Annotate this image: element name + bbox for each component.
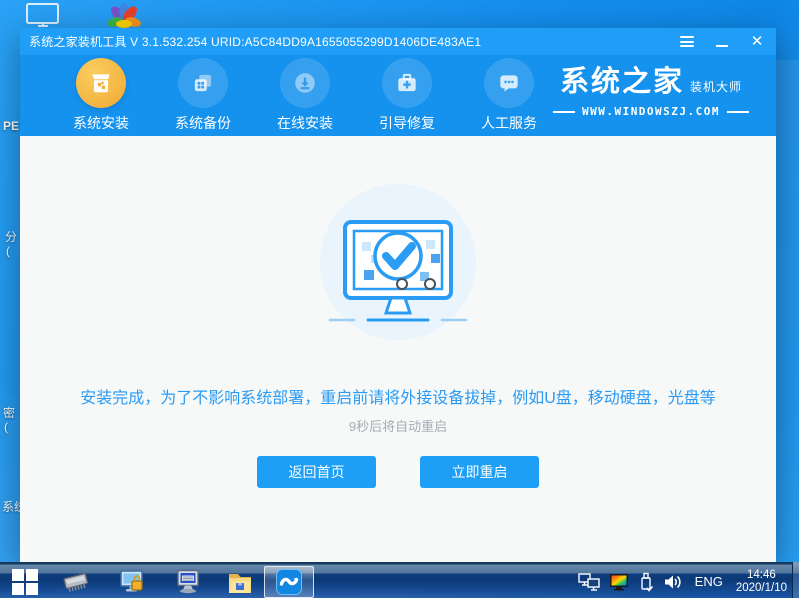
desktop-icon-label-fragment: ( [6, 244, 10, 258]
restart-now-button[interactable]: 立即重启 [420, 456, 539, 488]
nav-item-boot-repair[interactable]: 引导修复 [356, 58, 458, 133]
menu-icon[interactable] [678, 33, 696, 51]
brand-site-url: WWW.WINDOWSZJ.COM [581, 105, 721, 118]
nav-item-label: 引导修复 [379, 115, 435, 131]
nav-item-system-install[interactable]: 系统安装 [50, 58, 152, 133]
window-title: 系统之家装机工具 V 3.1.532.254 URID:A5C84DD9A165… [29, 35, 482, 49]
close-icon[interactable]: ✕ [748, 33, 766, 51]
network-icon[interactable] [577, 572, 600, 591]
action-buttons: 返回首页 立即重启 [257, 456, 539, 488]
brand-divider [552, 110, 575, 113]
brand-divider [727, 110, 750, 113]
desktop-icon-label-fragment: ( [4, 420, 8, 434]
syshome-installer-icon [276, 569, 302, 595]
clock-date: 2020/1/10 [735, 581, 787, 594]
nav-item-label: 在线安装 [277, 115, 333, 131]
volume-icon[interactable] [663, 573, 683, 591]
nav-item-label: 人工服务 [481, 115, 537, 131]
install-box-icon [76, 58, 126, 108]
taskbar-app-file-explorer[interactable] [216, 565, 264, 598]
taskbar-app-syshome-installer-active[interactable] [264, 566, 314, 598]
windows-logo-icon [11, 569, 38, 595]
show-desktop-button[interactable] [792, 562, 799, 598]
window-titlebar[interactable]: 系统之家装机工具 V 3.1.532.254 URID:A5C84DD9A165… [20, 28, 776, 55]
taskbar-app-display-lock[interactable] [104, 565, 160, 598]
repair-kit-icon [382, 58, 432, 108]
desktop-icon-label-fragment: 分 [5, 230, 18, 244]
installer-window: 系统之家装机工具 V 3.1.532.254 URID:A5C84DD9A165… [20, 28, 776, 562]
clock[interactable]: 14:46 2020/1/10 [736, 569, 787, 595]
memory-chip-icon [63, 572, 89, 592]
nav-item-label: 系统安装 [73, 115, 129, 131]
return-home-button[interactable]: 返回首页 [257, 456, 376, 488]
nav-bar: 系统安装 系统备份 在线安装 引导修复 人工服务 系统之家 装机大师 WWW.W… [20, 55, 776, 136]
start-button[interactable] [0, 565, 48, 598]
display-settings-icon[interactable] [609, 573, 629, 591]
nav-item-system-backup[interactable]: 系统备份 [152, 58, 254, 133]
main-content: 安装完成，为了不影响系统部署，重启前请将外接设备拔掉，例如U盘，移动硬盘，光盘等… [20, 136, 776, 562]
system-tray: ENG 14:46 2020/1/10 [577, 565, 787, 598]
taskbar-app-keyboard-monitor[interactable] [160, 565, 216, 598]
reboot-countdown-text: 9秒后将自动重启 [348, 419, 448, 434]
install-complete-message: 安装完成，为了不影响系统部署，重启前请将外接设备拔掉，例如U盘，移动硬盘，光盘等 [80, 390, 716, 407]
brand-logo: 系统之家 装机大师 WWW.WINDOWSZJ.COM [542, 66, 760, 118]
online-download-icon [280, 58, 330, 108]
monitor-checkmark-illustration [320, 184, 476, 340]
clock-time: 14:46 [747, 568, 776, 581]
monitor-lock-icon [120, 569, 143, 591]
brand-tagline: 装机大师 [690, 80, 743, 94]
backup-copies-icon [178, 58, 228, 108]
nav-item-label: 系统备份 [175, 115, 231, 131]
taskbar-app-memory-chip[interactable] [48, 565, 104, 598]
folder-icon [229, 573, 251, 593]
nav-item-online-install[interactable]: 在线安装 [254, 58, 356, 133]
brand-name: 系统之家 [559, 66, 684, 98]
desktop-icon-label-fragment: 密 [3, 406, 16, 420]
monitor-outline-icon[interactable] [24, 2, 62, 29]
chat-service-icon [484, 58, 534, 108]
minimize-icon[interactable] [713, 33, 731, 51]
usb-device-icon[interactable] [638, 572, 654, 592]
desktop-icon-label-fragment: PE [3, 119, 20, 133]
keyboard-monitor-icon [177, 569, 199, 593]
language-indicator[interactable]: ENG [695, 574, 723, 589]
taskbar: ENG 14:46 2020/1/10 [0, 562, 799, 598]
